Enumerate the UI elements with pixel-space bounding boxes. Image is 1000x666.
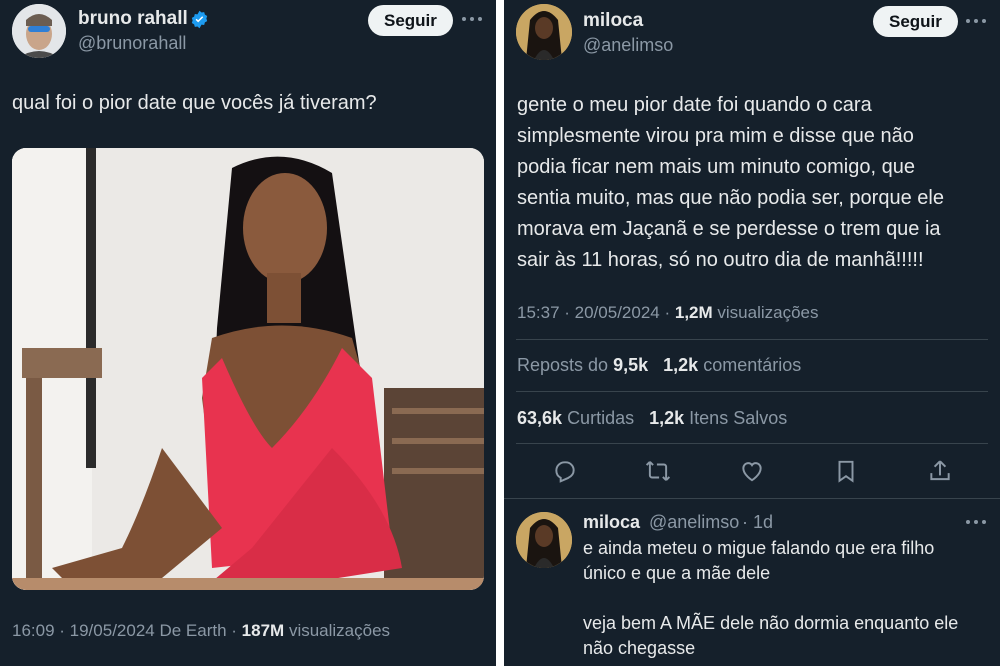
tweet-meta: 16:09 · 19/05/2024 De Earth · 187M visua… [12,621,390,641]
reposts-comments-row: Reposts do 9,5k 1,2k comentários [517,355,801,376]
avatar-photo [12,4,66,58]
comments-label[interactable]: comentários [703,355,801,375]
views-count: 1,2M [674,303,713,322]
reply-author-name[interactable]: miloca [583,512,640,533]
author-name[interactable]: bruno rahall [78,8,188,30]
tweet-text-line: sair às 11 horas, só no outro dia de man… [517,249,924,271]
reposts-count[interactable]: 9,5k [613,355,648,375]
tweet-timestamp[interactable]: 16:09 · 19/05/2024 De Earth · [12,621,237,640]
reply-author-handle[interactable]: @anelimso [649,512,739,533]
reply-text-line: não chegasse [583,638,696,658]
left-tweet-panel: bruno rahall @brunorahall Seguir qual fo… [0,0,496,666]
divider [516,339,988,340]
more-options-icon[interactable] [966,17,988,25]
tweet-text-line: gente o meu pior date foi quando o cara [517,94,872,116]
saves-count[interactable]: 1,2k [649,408,684,428]
avatar[interactable] [12,4,66,58]
meme-photo [12,148,484,590]
reply-icon[interactable] [552,458,578,484]
tweet-header: bruno rahall @brunorahall Seguir [0,0,496,64]
tweet-media[interactable] [12,148,484,590]
avatar-illustration [516,4,572,60]
retweet-icon[interactable] [645,458,671,484]
reposts-label[interactable]: Reposts do [517,355,608,375]
views-label: visualizações [288,621,391,640]
avatar-illustration [516,512,572,568]
reply-text-line: veja bem A MÃE dele não dormia enquanto … [583,613,959,633]
tweet-meta: 15:37 · 20/05/2024 · 1,2M visualizações [517,303,819,323]
divider [504,498,1000,499]
like-icon[interactable] [739,458,765,484]
reply-age[interactable]: · 1d [742,512,773,533]
author-handle[interactable]: @anelimso [583,35,673,56]
comments-count[interactable]: 1,2k [663,355,698,375]
share-icon[interactable] [927,458,953,484]
tweet-text-line: simplesmente virou pra mim e disse que n… [517,125,914,147]
avatar[interactable] [516,4,572,60]
verified-badge-icon [191,10,208,29]
views-count: 187M [241,621,285,640]
divider [516,391,988,392]
bookmark-icon[interactable] [833,458,859,484]
likes-label[interactable]: Curtidas [567,408,634,428]
tweet-text-line: sentia muito, mas que não podia ser, por… [517,187,944,209]
tweet-text-line: podia ficar nem mais um minuto comigo, q… [517,156,915,178]
follow-button[interactable]: Seguir [368,5,453,36]
divider [516,443,988,444]
tweet-text: gente o meu pior date foi quando o cara … [517,90,992,276]
right-tweet-panel: miloca @anelimso Seguir gente o meu pior… [504,0,1000,666]
tweet-timestamp[interactable]: 15:37 · 20/05/2024 · [517,303,670,322]
likes-saves-row: 63,6k Curtidas 1,2k Itens Salvos [517,408,787,429]
avatar[interactable] [516,512,572,568]
more-options-icon[interactable] [462,15,484,23]
tweet-text-line: morava em Jaçanã e se perdesse o trem qu… [517,218,941,240]
tweet-header: miloca @anelimso Seguir [504,0,1000,64]
follow-button[interactable]: Seguir [873,6,958,37]
likes-count[interactable]: 63,6k [517,408,562,428]
reply-text-line: único e que a mãe dele [583,563,771,583]
more-options-icon[interactable] [966,518,988,526]
author-name[interactable]: miloca [583,10,643,32]
saves-label[interactable]: Itens Salvos [689,408,787,428]
tweet-text: qual foi o pior date que vocês já tivera… [12,92,377,114]
views-label: visualizações [717,303,819,322]
author-handle[interactable]: @brunorahall [78,33,186,54]
reply-text: e ainda meteu o migue falando que era fi… [583,536,993,661]
reply-text-line: e ainda meteu o migue falando que era fi… [583,538,935,558]
